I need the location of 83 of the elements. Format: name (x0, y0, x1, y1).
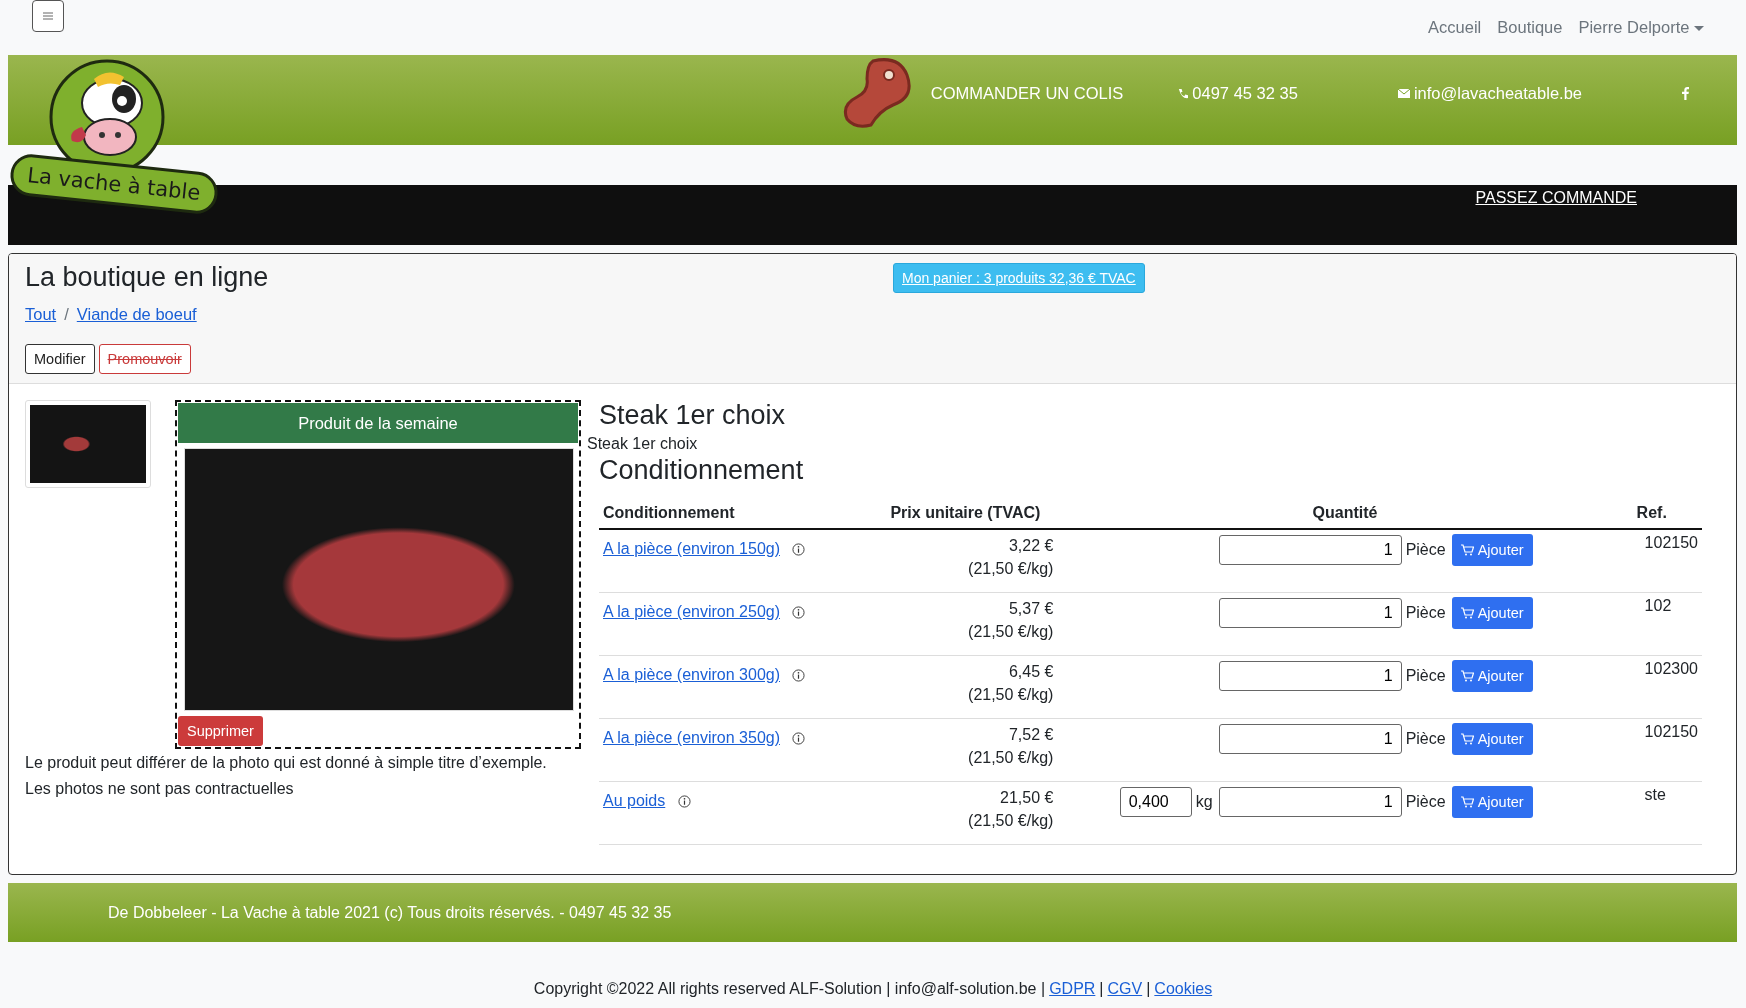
phone-icon (1177, 87, 1189, 99)
phone-number: 0497 45 32 35 (1177, 83, 1298, 103)
reference-cell: 102150 (1632, 529, 1702, 593)
breadcrumb-link[interactable]: Viande de boeuf (76, 305, 197, 324)
unit-label: Pièce (1405, 730, 1446, 748)
unit-price: 6,45 € (1007, 662, 1054, 682)
delete-button[interactable]: Supprimer (178, 716, 263, 746)
disclaimer-text: Le produit peut différer de la photo qui est donné à simple titre d’exemple. (25, 753, 548, 773)
column-header: Conditionnement (599, 500, 874, 529)
quantity-field[interactable]: 1 (1218, 787, 1402, 817)
price-per-kg: (21,50 €/kg) (967, 811, 1054, 831)
unit-price: 21,50 € (999, 788, 1054, 808)
price-per-kg: (21,50 €/kg) (967, 748, 1054, 768)
menu-icon (43, 12, 53, 20)
order-now-link[interactable]: PASSEZ COMMANDE (1475, 185, 1637, 245)
packaging-link[interactable]: A la pièce (environ 250g) (603, 603, 780, 620)
section-title: Conditionnement (599, 455, 805, 486)
user-menu[interactable]: Pierre Delporte (1578, 18, 1704, 37)
column-header: Ref. (1632, 500, 1702, 529)
price-per-kg: (21,50 €/kg) (967, 559, 1054, 579)
featured-label: Produit de la semaine (178, 403, 578, 443)
link-separator: | (1146, 980, 1151, 998)
reference-cell: 102 (1632, 592, 1702, 656)
promote-button[interactable]: Promouvoir (98, 344, 191, 374)
packaging-link[interactable]: A la pièce (environ 350g) (603, 729, 780, 746)
price-per-kg: (21,50 €/kg) (967, 622, 1054, 642)
product-subtitle: Steak 1er choix (587, 435, 699, 453)
cart-icon (1460, 796, 1474, 808)
unit-price: 3,22 € (1007, 536, 1054, 556)
packaging-link[interactable]: A la pièce (environ 150g) (603, 540, 780, 557)
breadcrumb-separator: / (64, 305, 69, 324)
info-icon[interactable] (792, 606, 806, 619)
add-to-cart-button[interactable]: Ajouter (1451, 723, 1533, 755)
unit-label: Pièce (1405, 541, 1446, 559)
footer-text: De Dobbeleer - La Vache à table 2021 (c) Tous droits réservés. - 0497 45 32 35 (108, 903, 672, 922)
nav-link[interactable]: Accueil (1428, 18, 1482, 37)
packaging-link[interactable]: Au poids (603, 792, 666, 809)
reference-cell: 102150 (1632, 718, 1702, 782)
unit-label: Pièce (1405, 667, 1446, 685)
cart-icon (1460, 670, 1474, 682)
reference-cell: ste (1632, 781, 1702, 845)
add-to-cart-button[interactable]: Ajouter (1451, 660, 1533, 692)
column-header: Quantité (1057, 500, 1633, 529)
nav-link[interactable]: Boutique (1497, 18, 1563, 37)
quantity-field[interactable]: 1 (1218, 535, 1402, 565)
footer-link[interactable]: CGV (1107, 980, 1143, 998)
add-to-cart-button[interactable]: Ajouter (1451, 534, 1533, 566)
packaging-link[interactable]: A la pièce (environ 300g) (603, 666, 780, 683)
quantity-field[interactable]: 1 (1218, 661, 1402, 691)
price-per-kg: (21,50 €/kg) (967, 685, 1054, 705)
info-icon[interactable] (792, 732, 806, 745)
product-title: Steak 1er choix (599, 400, 787, 431)
unit-price: 5,37 € (1007, 599, 1054, 619)
email-address: info@lavacheatable.be (1397, 83, 1582, 103)
link-separator: | (1099, 980, 1104, 998)
quantity-field[interactable]: 1 (1218, 724, 1402, 754)
mail-icon (1397, 88, 1410, 98)
weight-field[interactable]: 0,400 (1119, 787, 1192, 817)
info-icon[interactable] (792, 669, 806, 682)
copyright-text: Copyright ©2022 All rights reserved ALF-Solution | info@alf-solution.be | (533, 980, 1046, 998)
unit-label: Pièce (1405, 604, 1446, 622)
unit-price: 7,52 € (1007, 725, 1054, 745)
page-title: La boutique en ligne (25, 262, 270, 293)
column-header: Prix unitaire (TVAC) (873, 500, 1058, 529)
add-to-cart-button[interactable]: Ajouter (1451, 597, 1533, 629)
reference-cell: 102300 (1632, 655, 1702, 719)
facebook-icon[interactable] (1682, 86, 1689, 100)
info-icon[interactable] (792, 543, 806, 556)
cart-icon (1460, 607, 1474, 619)
edit-button[interactable]: Modifier (25, 344, 95, 374)
unit-label: kg (1195, 793, 1213, 811)
add-to-cart-button[interactable]: Ajouter (1451, 786, 1533, 818)
menu-button[interactable] (32, 0, 64, 32)
unit-label: Pièce (1405, 793, 1446, 811)
quantity-field[interactable]: 1 (1218, 598, 1402, 628)
footer-link[interactable]: Cookies (1154, 980, 1213, 998)
breadcrumb-link[interactable]: Tout (25, 305, 57, 324)
cart-icon (1460, 733, 1474, 745)
info-icon[interactable] (677, 795, 691, 808)
footer-link[interactable]: GDPR (1049, 980, 1096, 998)
cart-icon (1460, 544, 1474, 556)
caret-icon (1694, 26, 1704, 32)
disclaimer-text: Les photos ne sont pas contractuelles (25, 779, 295, 799)
